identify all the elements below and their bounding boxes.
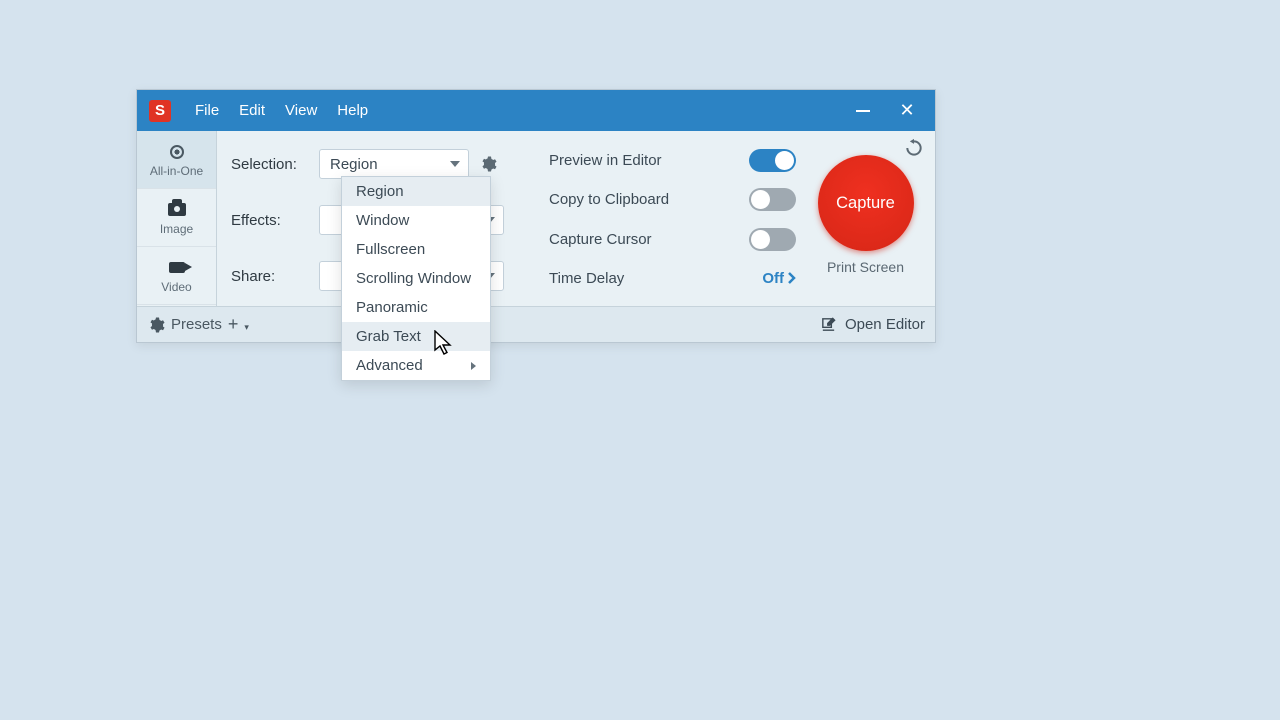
presets-button[interactable]: Presets + ▾ [147,314,249,335]
selection-dropdown[interactable]: Region [319,149,469,179]
options-panel: Preview in Editor Copy to Clipboard Capt… [537,131,935,306]
cursor-toggle[interactable] [749,228,796,251]
chevron-down-icon [450,161,460,167]
selection-option-advanced[interactable]: Advanced [342,351,490,380]
minimize-icon [856,110,870,112]
plus-icon: + [228,314,239,335]
selection-option-fullscreen[interactable]: Fullscreen [342,235,490,264]
clipboard-label: Copy to Clipboard [549,191,669,208]
titlebar: S File Edit View Help ✕ [137,90,935,131]
presets-label: Presets [171,316,222,333]
tab-video[interactable]: Video [137,247,216,305]
menubar: File Edit View Help [187,98,841,123]
capture-button[interactable]: Capture [818,155,914,251]
selection-value: Region [330,156,378,173]
minimize-button[interactable] [841,90,885,131]
selection-option-panoramic[interactable]: Panoramic [342,293,490,322]
app-window: S File Edit View Help ✕ All-in-One [136,89,936,343]
effects-label: Effects: [231,212,311,229]
close-button[interactable]: ✕ [885,90,929,131]
window-controls: ✕ [841,90,929,131]
menu-edit[interactable]: Edit [231,98,273,123]
main-panel: All-in-One Image Video Selection: Region [137,131,935,306]
gear-icon [479,155,497,173]
selection-label: Selection: [231,156,311,173]
all-in-one-icon [167,142,187,162]
preview-toggle[interactable] [749,149,796,172]
cursor-label: Capture Cursor [549,231,652,248]
edit-icon [820,316,837,333]
time-delay-value: Off [762,270,784,287]
time-delay-label: Time Delay [549,270,624,287]
menu-file[interactable]: File [187,98,227,123]
chevron-right-icon [471,362,476,370]
clipboard-toggle[interactable] [749,188,796,211]
selection-option-grab-text[interactable]: Grab Text [342,322,490,351]
undo-icon [904,138,924,158]
selection-settings-button[interactable] [477,153,499,175]
menu-view[interactable]: View [277,98,325,123]
capture-shortcut: Print Screen [827,259,904,275]
tab-label: All-in-One [150,164,203,178]
selection-option-window[interactable]: Window [342,206,490,235]
chevron-right-icon [788,272,796,284]
reset-button[interactable] [903,137,925,159]
chevron-down-icon: ▾ [244,322,249,333]
selection-dropdown-menu: Region Window Fullscreen Scrolling Windo… [341,176,491,381]
selection-option-scrolling-window[interactable]: Scrolling Window [342,264,490,293]
tab-label: Image [160,222,193,236]
time-delay-button[interactable]: Off [762,270,796,287]
menu-help[interactable]: Help [329,98,376,123]
video-icon [167,258,187,278]
tab-image[interactable]: Image [137,189,216,247]
selection-option-region[interactable]: Region [342,177,490,206]
app-logo-icon: S [149,100,171,122]
tab-all-in-one[interactable]: All-in-One [137,131,216,189]
share-label: Share: [231,268,311,285]
tab-label: Video [161,280,191,294]
open-editor-button[interactable]: Open Editor [820,316,925,333]
camera-icon [167,200,187,220]
footer: Presets + ▾ Open Editor [137,306,935,342]
preview-label: Preview in Editor [549,152,662,169]
close-icon: ✕ [899,100,914,121]
mode-tabs: All-in-One Image Video [137,131,217,306]
gear-icon [147,316,165,334]
open-editor-label: Open Editor [845,316,925,333]
